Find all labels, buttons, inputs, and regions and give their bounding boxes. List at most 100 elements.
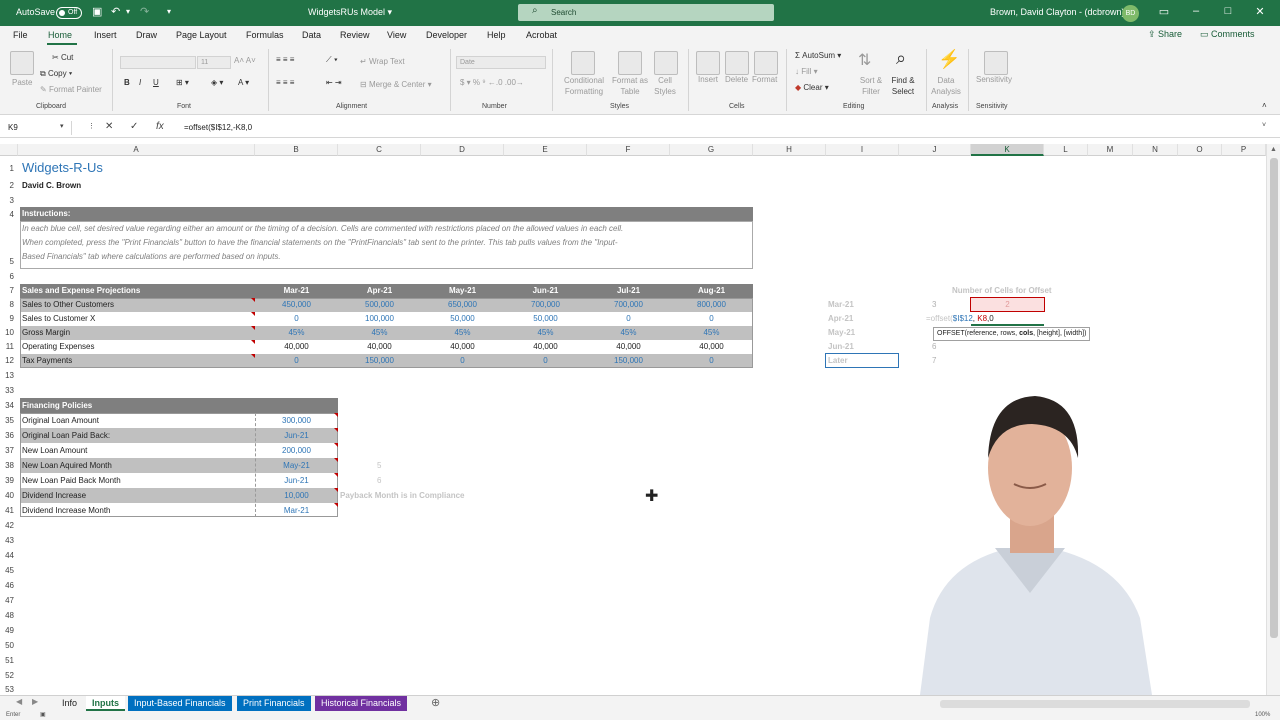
comment-indicator[interactable] [251,326,255,330]
row-header[interactable]: 5 [0,257,18,266]
italic-button[interactable]: I [139,78,141,87]
projection-value[interactable]: 40,000 [670,341,753,353]
projection-value[interactable]: 0 [670,355,753,367]
row-header[interactable]: 11 [0,342,18,351]
financing-value[interactable]: Mar-21 [255,505,338,517]
row-header[interactable]: 4 [0,210,18,219]
tab-file[interactable]: File [13,30,28,40]
financing-value[interactable]: May-21 [255,460,338,472]
ribbon-display-icon[interactable]: ▭ [1156,5,1172,18]
row-header[interactable]: 1 [0,164,18,173]
formula-bar-grip-icon[interactable]: ⋮ [88,122,95,130]
row-header[interactable]: 35 [0,416,18,425]
row-header[interactable]: 49 [0,626,18,635]
column-header[interactable]: E [504,144,587,156]
add-sheet-icon[interactable]: ⊕ [431,696,440,709]
projection-value[interactable]: 500,000 [338,299,421,311]
row-header[interactable]: 45 [0,566,18,575]
column-header[interactable]: H [753,144,826,156]
format-cells-icon[interactable] [754,51,778,75]
font-name-combo[interactable] [120,56,196,69]
row-header[interactable]: 38 [0,461,18,470]
projection-value[interactable]: 45% [255,327,338,339]
column-header[interactable]: A [18,144,255,156]
sheet-tab-print-financials[interactable]: Print Financials [237,696,311,711]
row-header[interactable]: 12 [0,356,18,365]
cancel-icon[interactable]: ✕ [105,121,113,132]
row-header[interactable]: 10 [0,328,18,337]
comments-button[interactable]: ▭ Comments [1200,29,1272,43]
row-header[interactable]: 47 [0,596,18,605]
projection-value[interactable]: 40,000 [255,341,338,353]
close-icon[interactable]: ✕ [1252,5,1268,18]
tab-view[interactable]: View [387,30,406,40]
financing-value[interactable]: 10,000 [255,490,338,502]
financing-value[interactable]: Jun-21 [255,475,338,487]
row-header[interactable]: 8 [0,300,18,309]
projection-value[interactable]: 45% [338,327,421,339]
enter-icon[interactable]: ✓ [130,121,138,132]
clear-button[interactable]: ◆ Clear ▾ [795,83,829,92]
projection-value[interactable]: 50,000 [421,313,504,325]
column-header[interactable]: J [899,144,971,156]
projection-value[interactable]: 0 [255,355,338,367]
projection-value[interactable]: 450,000 [255,299,338,311]
row-header[interactable]: 2 [0,181,18,190]
column-header[interactable]: O [1178,144,1222,156]
tab-review[interactable]: Review [340,30,370,40]
name-box-dropdown-icon[interactable]: ▾ [60,122,64,130]
comment-indicator[interactable] [334,458,338,462]
tab-scroll-left-icon[interactable]: ◀ [16,697,22,706]
merge-center-button[interactable]: ⊟ Merge & Center ▾ [360,80,432,89]
fill-button[interactable]: ↓ Fill ▾ [795,67,818,76]
projection-value[interactable]: 45% [670,327,753,339]
comment-indicator[interactable] [251,298,255,302]
projection-value[interactable]: 40,000 [421,341,504,353]
row-header[interactable]: 13 [0,371,18,380]
font-size-combo[interactable]: 11 [197,56,231,69]
row-header[interactable]: 53 [0,685,18,694]
column-header[interactable]: G [670,144,753,156]
row-header[interactable]: 43 [0,536,18,545]
redo-icon[interactable]: ↷ [140,6,149,18]
undo-dropdown-icon[interactable]: ▾ [126,6,130,18]
comment-indicator[interactable] [334,443,338,447]
paste-icon[interactable] [10,51,34,75]
projection-value[interactable]: 800,000 [670,299,753,311]
underline-button[interactable]: U [153,78,159,87]
sort-filter-label[interactable]: Sort & Filter [856,75,886,97]
row-header[interactable]: 52 [0,671,18,680]
comment-indicator[interactable] [334,473,338,477]
tab-acrobat[interactable]: Acrobat [526,30,557,40]
number-format-combo[interactable]: Date [456,56,546,69]
vertical-scrollbar[interactable]: ▲ [1266,144,1280,695]
row-header[interactable]: 3 [0,196,18,205]
save-icon[interactable]: ▣ [92,6,102,18]
tab-draw[interactable]: Draw [136,30,157,40]
sensitivity-icon[interactable] [984,51,1008,75]
tab-developer[interactable]: Developer [426,30,467,40]
sheet-tab-input-based-financials[interactable]: Input-Based Financials [128,696,232,711]
row-header[interactable]: 9 [0,314,18,323]
row-header[interactable]: 44 [0,551,18,560]
insert-cells-icon[interactable] [696,51,720,75]
financing-value[interactable]: 200,000 [255,445,338,457]
user-name[interactable]: Brown, David Clayton - (dcbrown) [990,7,1125,17]
wrap-text-button[interactable]: ↵ Wrap Text [360,57,405,66]
delete-cells-icon[interactable] [725,51,749,75]
formula-input[interactable]: =offset($I$12,-K8,0 [184,123,252,132]
row-header[interactable]: 36 [0,431,18,440]
share-button[interactable]: ⇪ Share [1148,29,1194,43]
projection-value[interactable]: 700,000 [504,299,587,311]
row-header[interactable]: 42 [0,521,18,530]
comment-indicator[interactable] [251,340,255,344]
autosave-toggle[interactable]: Off [56,7,82,19]
undo-icon[interactable]: ↶ [111,6,120,18]
column-header[interactable]: F [587,144,670,156]
row-header[interactable]: 46 [0,581,18,590]
avatar[interactable]: BD [1122,5,1139,22]
projection-value[interactable]: 45% [587,327,670,339]
horizontal-scrollbar[interactable] [940,700,1250,708]
tab-scroll-right-icon[interactable]: ▶ [32,697,38,706]
projection-value[interactable]: 0 [504,355,587,367]
